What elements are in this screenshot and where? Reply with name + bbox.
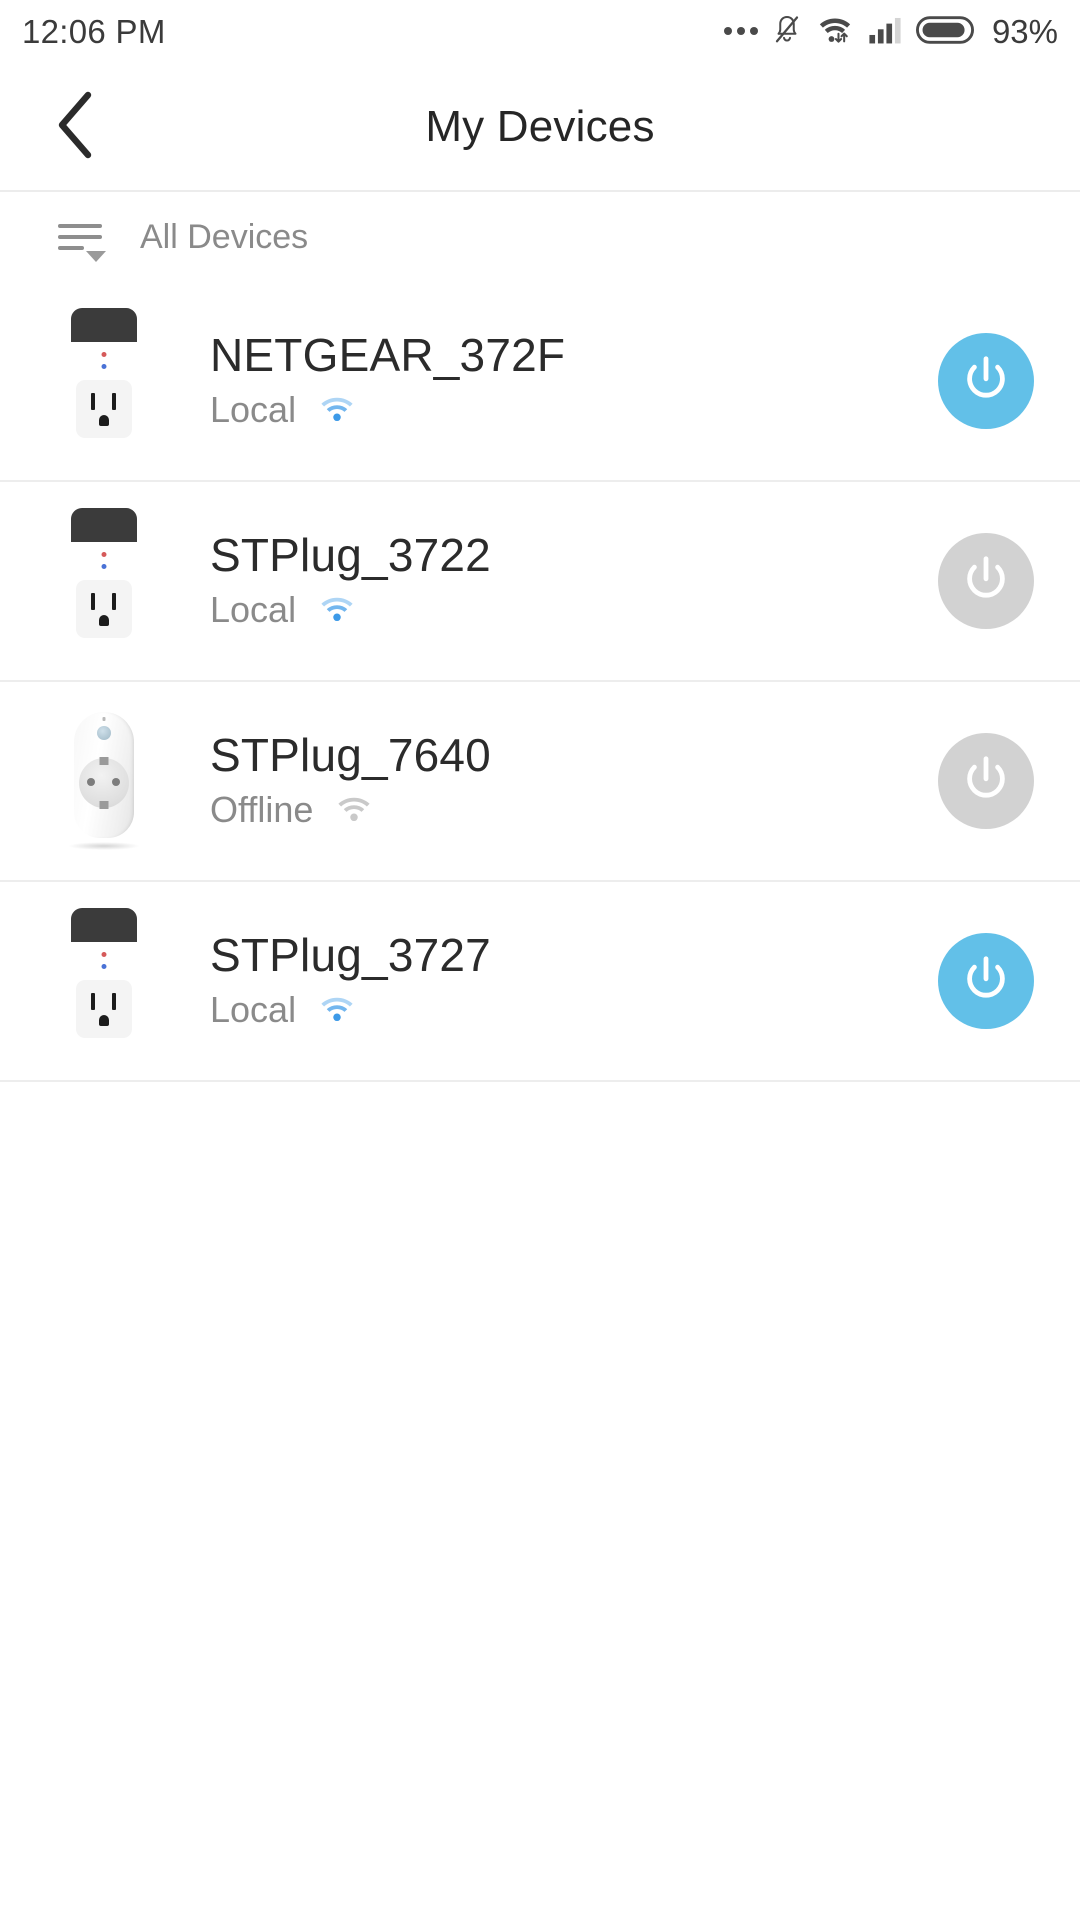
back-button[interactable] bbox=[34, 85, 118, 169]
device-status-text: Local bbox=[210, 589, 297, 631]
device-status: Local bbox=[210, 589, 938, 631]
status-bar: 12:06 PM 93% bbox=[0, 0, 1080, 64]
cellular-signal-icon bbox=[868, 15, 902, 50]
status-icons: 93% bbox=[723, 13, 1058, 52]
device-thumbnail-us-plug bbox=[58, 306, 150, 456]
page-title: My Devices bbox=[425, 102, 655, 151]
app-header: My Devices bbox=[0, 64, 1080, 192]
power-toggle-button[interactable] bbox=[938, 533, 1034, 629]
status-time: 12:06 PM bbox=[22, 13, 166, 50]
battery-icon bbox=[915, 14, 974, 51]
device-name: STPlug_3727 bbox=[210, 928, 491, 981]
power-icon bbox=[958, 952, 1014, 1011]
device-thumbnail-us-plug bbox=[58, 506, 150, 656]
filter-row[interactable]: All Devices bbox=[0, 192, 1080, 282]
device-status-text: Offline bbox=[210, 789, 314, 831]
device-status-text: Local bbox=[210, 989, 297, 1031]
device-info: STPlug_7640 Offline bbox=[210, 731, 938, 831]
wifi-icon bbox=[316, 993, 358, 1028]
table-row[interactable]: NETGEAR_372F Local bbox=[0, 282, 1080, 482]
filter-sort-icon[interactable] bbox=[58, 214, 110, 262]
power-icon bbox=[958, 352, 1014, 411]
wifi-icon bbox=[816, 14, 854, 51]
device-thumbnail-eu-plug bbox=[58, 706, 150, 856]
chevron-down-icon bbox=[86, 251, 106, 262]
table-row[interactable]: STPlug_3722 Local bbox=[0, 482, 1080, 682]
device-name: NETGEAR_372F bbox=[210, 328, 566, 381]
table-row[interactable]: STPlug_7640 Offline bbox=[0, 682, 1080, 882]
power-icon bbox=[958, 752, 1014, 811]
wifi-icon bbox=[316, 593, 358, 628]
power-toggle-button[interactable] bbox=[938, 733, 1034, 829]
power-toggle-button[interactable] bbox=[938, 333, 1034, 429]
battery-percent: 93% bbox=[991, 13, 1058, 50]
filter-label: All Devices bbox=[140, 217, 309, 256]
device-status-text: Local bbox=[210, 389, 297, 431]
chevron-left-icon bbox=[52, 89, 100, 166]
device-name: STPlug_3722 bbox=[210, 528, 491, 581]
wifi-icon bbox=[333, 793, 375, 828]
device-info: NETGEAR_372F Local bbox=[210, 331, 938, 431]
device-thumbnail-us-plug bbox=[58, 906, 150, 1056]
device-info: STPlug_3722 Local bbox=[210, 531, 938, 631]
bell-muted-icon bbox=[772, 13, 802, 52]
device-status: Local bbox=[210, 389, 938, 431]
device-list: NETGEAR_372F Local STPlug_3722 Local STP… bbox=[0, 282, 1080, 1082]
table-row[interactable]: STPlug_3727 Local bbox=[0, 882, 1080, 1082]
device-status: Local bbox=[210, 989, 938, 1031]
power-toggle-button[interactable] bbox=[938, 933, 1034, 1029]
device-status: Offline bbox=[210, 789, 938, 831]
device-name: STPlug_7640 bbox=[210, 728, 491, 781]
device-info: STPlug_3727 Local bbox=[210, 931, 938, 1031]
more-dots-icon bbox=[723, 26, 758, 38]
wifi-icon bbox=[316, 393, 358, 428]
power-icon bbox=[958, 552, 1014, 611]
